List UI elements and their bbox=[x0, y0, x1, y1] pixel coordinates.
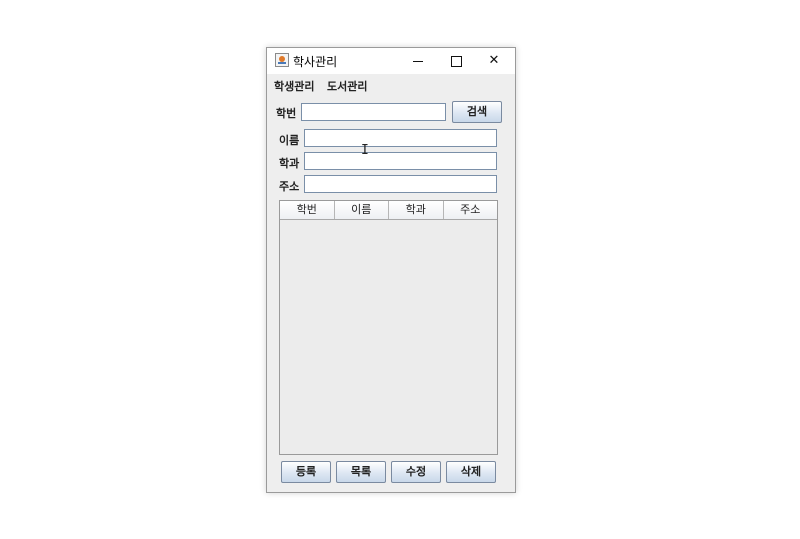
column-header-department[interactable]: 학과 bbox=[389, 201, 444, 219]
list-button[interactable]: 목록 bbox=[336, 461, 386, 483]
close-icon: ✕ bbox=[488, 53, 500, 68]
register-button[interactable]: 등록 bbox=[281, 461, 331, 483]
title-bar[interactable]: 학사관리 ✕ bbox=[267, 48, 515, 74]
department-input[interactable] bbox=[304, 152, 497, 170]
address-input[interactable] bbox=[304, 175, 497, 193]
window-title: 학사관리 bbox=[293, 55, 338, 69]
menu-student-management[interactable]: 학생관리 bbox=[274, 78, 314, 94]
close-button[interactable]: ✕ bbox=[475, 48, 513, 74]
minimize-button[interactable] bbox=[399, 48, 437, 74]
student-id-label: 학번 bbox=[276, 107, 297, 120]
edit-button[interactable]: 수정 bbox=[391, 461, 441, 483]
text-cursor-icon: I bbox=[361, 143, 369, 158]
minimize-icon bbox=[413, 61, 423, 62]
column-header-name[interactable]: 이름 bbox=[335, 201, 389, 219]
name-label: 이름 bbox=[279, 134, 300, 147]
student-table[interactable]: 학번 이름 학과 주소 bbox=[279, 200, 498, 455]
address-label: 주소 bbox=[279, 180, 300, 193]
student-id-input[interactable] bbox=[301, 103, 446, 121]
search-button[interactable]: 검색 bbox=[452, 101, 502, 123]
column-header-address[interactable]: 주소 bbox=[444, 201, 498, 219]
delete-button[interactable]: 삭제 bbox=[446, 461, 496, 483]
maximize-icon bbox=[451, 56, 462, 67]
java-app-icon bbox=[275, 53, 289, 67]
menu-bar: 학생관리 도서관리 bbox=[267, 74, 515, 96]
menu-book-management[interactable]: 도서관리 bbox=[327, 78, 367, 94]
name-input[interactable] bbox=[304, 129, 497, 147]
maximize-button[interactable] bbox=[437, 48, 475, 74]
table-header: 학번 이름 학과 주소 bbox=[280, 201, 497, 220]
column-header-student-id[interactable]: 학번 bbox=[280, 201, 335, 219]
department-label: 학과 bbox=[279, 157, 300, 170]
app-window: 학사관리 ✕ 학생관리 도서관리 학번 검색 이름 학과 주소 학번 이름 학과… bbox=[266, 47, 516, 493]
